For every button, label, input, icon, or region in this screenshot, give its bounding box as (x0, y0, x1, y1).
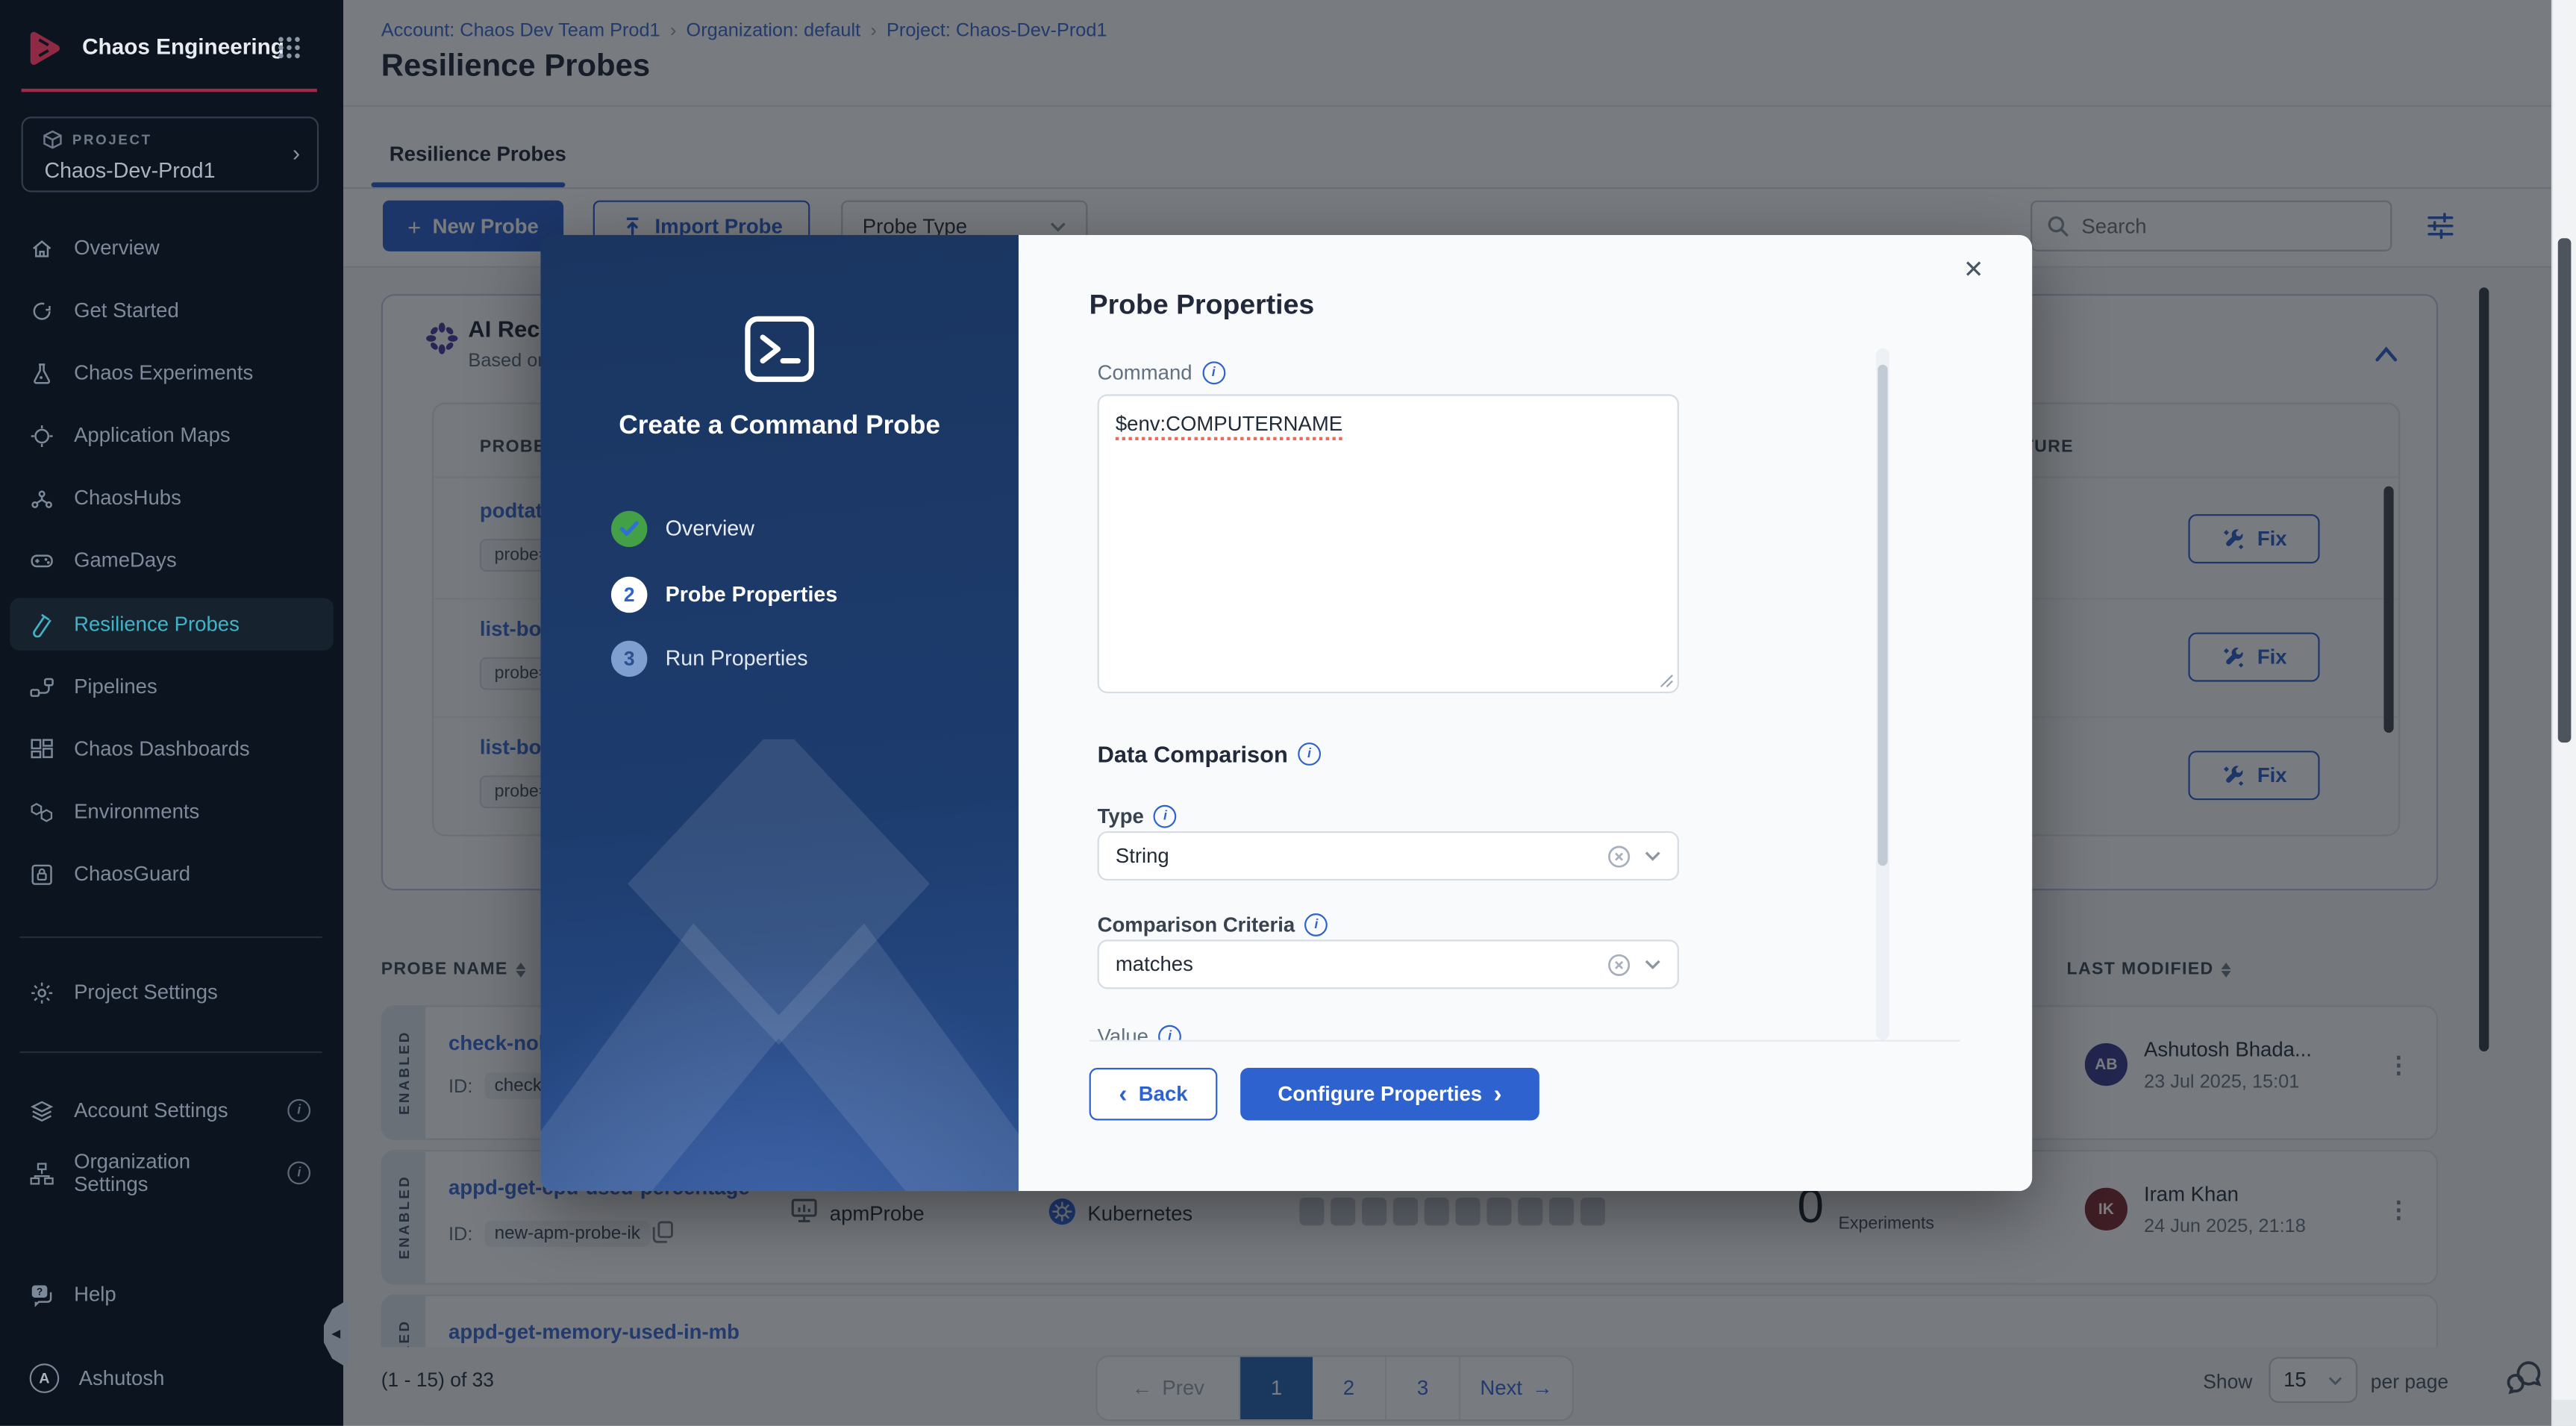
comparison-criteria-select[interactable]: matches (1098, 939, 1679, 989)
sidebar: Chaos Engineering PROJECT Chaos-Dev-Prod… (0, 0, 343, 1426)
sidebar-item-help[interactable]: ? Help (10, 1269, 334, 1321)
clear-icon[interactable] (1607, 843, 1631, 868)
scrollbar-corner (2553, 1400, 2576, 1426)
collapse-left-icon: ◀ (331, 1328, 340, 1341)
back-chevron-icon: ‹ (1119, 1081, 1127, 1108)
form-scroll-area: Commandi $env:COMPUTERNAME Data Comparis… (1090, 348, 1960, 1042)
command-label: Commandi (1098, 361, 1225, 384)
info-icon[interactable]: i (1304, 913, 1328, 936)
sidebar-item-organization-settings[interactable]: Organization Settings i (10, 1147, 334, 1199)
chevron-right-icon: › (293, 140, 300, 166)
step-probe-properties-label[interactable]: Probe Properties (666, 581, 838, 606)
modal-form-panel: ✕ Probe Properties Commandi $env:COMPUTE… (1019, 235, 2032, 1191)
create-probe-modal: Create a Command Probe Overview 2 Probe … (540, 235, 2032, 1191)
command-terminal-icon (740, 309, 820, 390)
sidebar-item-chaos-experiments[interactable]: Chaos Experiments (10, 347, 334, 399)
command-textarea[interactable]: $env:COMPUTERNAME (1098, 394, 1679, 693)
info-icon[interactable]: i (1154, 805, 1177, 828)
target-icon (30, 423, 54, 448)
form-scrollbar-track[interactable] (1876, 348, 1889, 1040)
watermark-logo (540, 739, 1057, 1191)
forward-chevron-icon: › (1494, 1081, 1502, 1108)
clear-icon[interactable] (1607, 952, 1631, 977)
cube-icon (43, 130, 62, 149)
sidebar-item-overview[interactable]: Overview (10, 222, 334, 274)
step-run-properties-upcoming[interactable]: 3 (611, 641, 647, 677)
app-title: Chaos Engineering (82, 34, 284, 59)
type-select[interactable]: String (1098, 831, 1679, 881)
project-label: PROJECT (72, 131, 152, 148)
project-selector[interactable]: PROJECT Chaos-Dev-Prod1 › (22, 116, 319, 192)
sidebar-item-get-started[interactable]: Get Started (10, 284, 334, 337)
close-icon[interactable]: ✕ (1963, 254, 1984, 284)
sidebar-item-chaos-dashboards[interactable]: Chaos Dashboards (10, 723, 334, 775)
info-icon[interactable]: i (1298, 742, 1321, 766)
check-icon (619, 521, 639, 537)
user-menu[interactable]: A Ashutosh (10, 1352, 334, 1404)
guard-lock-icon (30, 862, 54, 886)
back-button[interactable]: ‹Back (1090, 1068, 1218, 1120)
command-value: $env:COMPUTERNAME (1116, 413, 1342, 440)
org-chart-icon (30, 1160, 54, 1185)
step-overview-label[interactable]: Overview (666, 516, 754, 540)
layers-icon (30, 1098, 54, 1123)
info-icon[interactable]: i (1158, 1025, 1181, 1042)
sidebar-divider (19, 936, 322, 938)
project-name: Chaos-Dev-Prod1 (44, 157, 215, 182)
hub-network-icon (30, 486, 54, 510)
info-icon: i (288, 1161, 311, 1184)
data-comparison-heading: Data Comparisoni (1098, 741, 1321, 767)
page-scrollbar-thumb[interactable] (2558, 238, 2572, 742)
home-icon (30, 236, 54, 260)
chevron-down-icon (1645, 957, 1661, 971)
comparison-criteria-label: Comparison Criteriai (1098, 913, 1328, 936)
sidebar-item-application-maps[interactable]: Application Maps (10, 409, 334, 461)
sidebar-item-account-settings[interactable]: Account Settings i (10, 1084, 334, 1136)
flask-icon (30, 360, 54, 385)
resize-handle-icon[interactable] (1660, 674, 1675, 689)
chaos-engineering-logo-icon (23, 26, 66, 69)
pipeline-icon (30, 675, 54, 699)
sidebar-item-environments[interactable]: Environments (10, 785, 334, 837)
wizard-panel: Create a Command Probe Overview 2 Probe … (540, 235, 1019, 1191)
app-grid-icon[interactable] (276, 34, 302, 60)
gear-icon (30, 980, 54, 1004)
sidebar-item-chaoshubs[interactable]: ChaosHubs (10, 472, 334, 524)
gamepad-icon (30, 548, 54, 572)
type-label: Typei (1098, 805, 1177, 828)
step-overview-done[interactable] (611, 511, 647, 547)
info-icon[interactable]: i (1202, 361, 1225, 384)
configure-properties-button[interactable]: Configure Properties› (1240, 1068, 1539, 1120)
user-name: Ashutosh (79, 1367, 165, 1390)
sidebar-item-resilience-probes[interactable]: Resilience Probes (10, 598, 334, 650)
get-started-icon (30, 298, 54, 323)
test-tube-icon (30, 612, 54, 637)
step-probe-properties-current[interactable]: 2 (611, 577, 647, 613)
sidebar-item-gamedays[interactable]: GameDays (10, 534, 334, 586)
step-run-properties-label[interactable]: Run Properties (666, 645, 808, 670)
dashboard-icon (30, 737, 54, 761)
svg-text:?: ? (37, 1285, 43, 1296)
sidebar-accent-line (22, 89, 317, 92)
form-scrollbar-thumb[interactable] (1878, 365, 1887, 866)
sidebar-item-pipelines[interactable]: Pipelines (10, 660, 334, 713)
help-chat-icon: ? (30, 1282, 54, 1307)
hexagons-icon (30, 799, 54, 824)
chevron-down-icon (1645, 849, 1661, 863)
sidebar-item-chaosguard[interactable]: ChaosGuard (10, 848, 334, 900)
app-window: Account: Chaos Dev Team Prod1›Organizati… (0, 0, 2576, 1426)
value-label: Valuei (1098, 1025, 1181, 1042)
sidebar-item-project-settings[interactable]: Project Settings (10, 966, 334, 1018)
wizard-title: Create a Command Probe (540, 413, 1019, 443)
modal-heading: Probe Properties (1090, 289, 1315, 322)
user-avatar: A (30, 1363, 60, 1393)
info-icon: i (287, 1099, 310, 1122)
support-chat-icon[interactable] (2507, 1357, 2547, 1396)
page-scrollbar-track[interactable] (2551, 0, 2576, 1426)
sidebar-divider (19, 1051, 322, 1053)
